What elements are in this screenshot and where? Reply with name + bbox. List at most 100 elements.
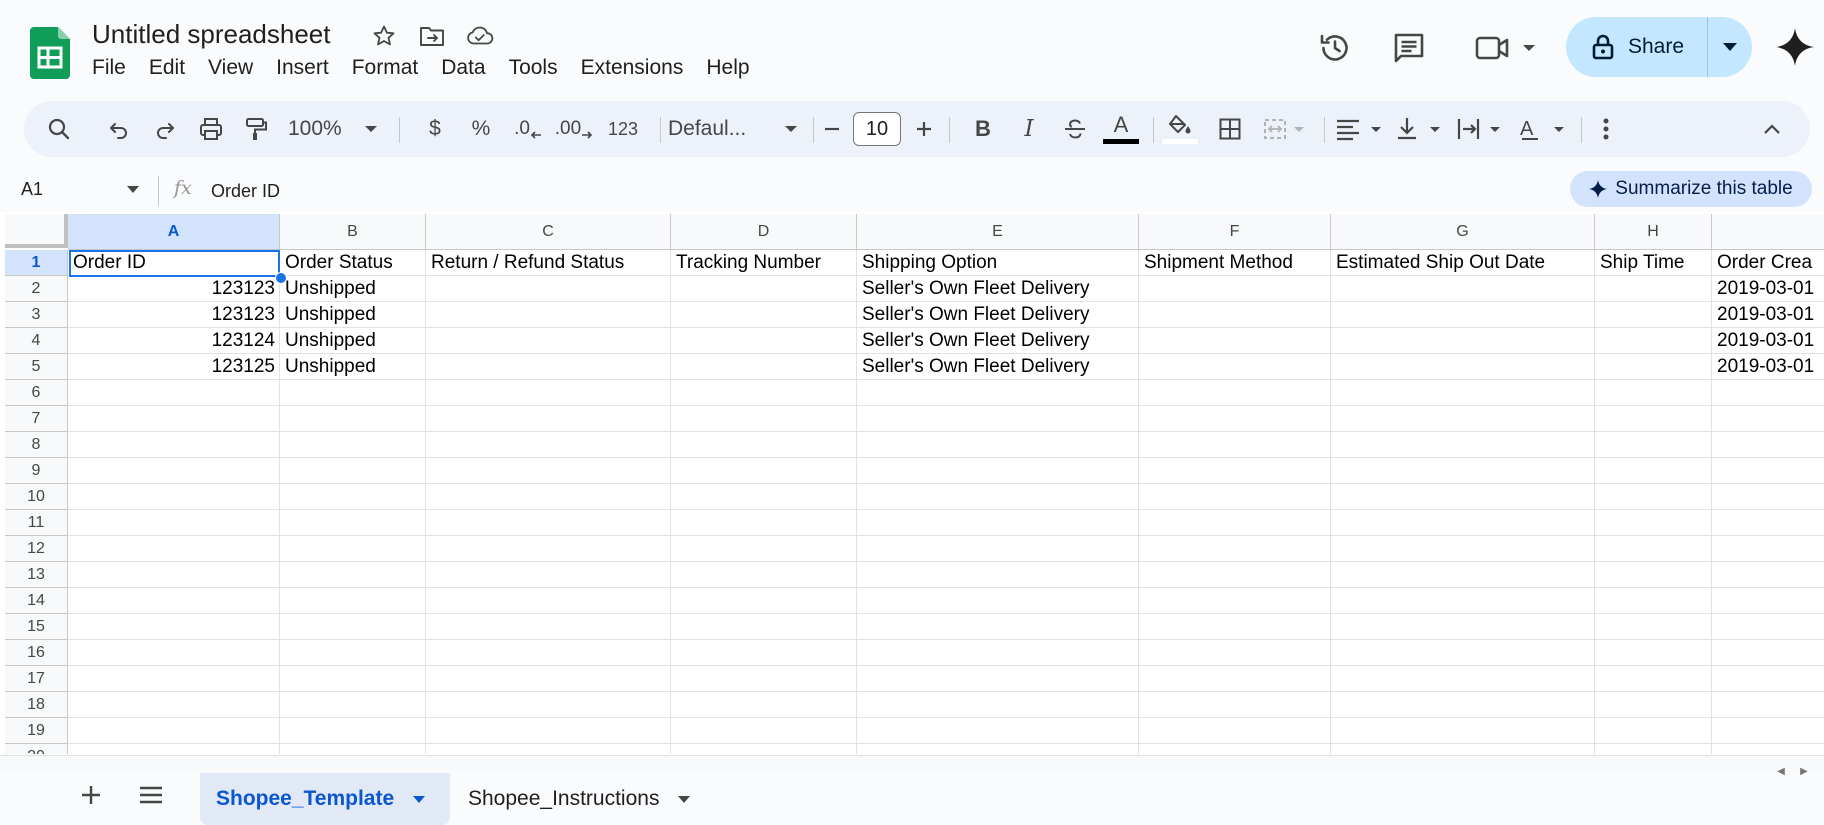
more-options-icon[interactable] [1594,101,1618,157]
table-cell[interactable]: 2019-03-01 [1712,354,1824,379]
column-header[interactable]: G [1331,214,1595,250]
menu-view[interactable]: View [208,56,264,80]
column-header[interactable]: F [1139,214,1331,250]
column-header[interactable]: C [426,214,671,250]
table-cell[interactable]: 123125 [68,354,280,379]
table-cell[interactable]: Order Status [280,250,426,275]
format-currency-button[interactable]: $ [422,101,448,157]
text-color-button[interactable]: A [1103,101,1139,157]
row-header[interactable]: 9 [5,458,68,484]
font-size-input[interactable]: 10 [853,112,901,146]
redo-icon[interactable] [150,101,180,157]
star-icon[interactable] [370,22,398,50]
table-cell[interactable]: Tracking Number [671,250,857,275]
chevron-down-icon[interactable] [412,795,426,804]
row-header[interactable]: 15 [5,614,68,640]
menu-help[interactable]: Help [706,56,760,80]
menu-tools[interactable]: Tools [509,56,569,80]
increase-decimal-button[interactable]: .00 [552,101,596,157]
version-history-icon[interactable] [1315,28,1355,68]
column-header[interactable]: H [1595,214,1712,250]
column-header[interactable]: E [857,214,1139,250]
summarize-table-button[interactable]: Summarize this table [1570,171,1812,207]
document-title[interactable]: Untitled spreadsheet [92,19,330,50]
sheet-tab-shopee-template[interactable]: Shopee_Template [200,773,450,825]
row-header[interactable]: 7 [5,406,68,432]
row-header[interactable]: 16 [5,640,68,666]
row-header[interactable]: 5 [5,354,68,380]
fill-color-button[interactable] [1162,101,1198,157]
menu-data[interactable]: Data [441,56,496,80]
collapse-menus-icon[interactable] [1758,101,1786,157]
decrease-decimal-button[interactable]: .0 [508,101,548,157]
text-wrapping-icon[interactable] [1456,101,1508,157]
all-sheets-button[interactable] [138,783,164,807]
print-icon[interactable] [195,101,227,157]
row-header[interactable]: 19 [5,718,68,744]
row-header[interactable]: 10 [5,484,68,510]
column-header[interactable]: A [68,214,280,250]
share-button[interactable]: Share [1566,17,1752,77]
text-rotation-icon[interactable]: A [1518,101,1570,157]
menu-edit[interactable]: Edit [149,56,196,80]
table-cell[interactable]: Shipment Method [1139,250,1331,275]
row-header[interactable]: 20 [5,744,68,754]
menu-extensions[interactable]: Extensions [581,56,695,80]
table-cell[interactable]: 123124 [68,328,280,353]
add-sheet-button[interactable] [78,782,104,808]
search-menus-icon[interactable] [42,101,76,157]
column-header[interactable]: D [671,214,857,250]
table-cell[interactable]: Order Crea [1712,250,1824,275]
bold-button[interactable]: B [968,101,998,157]
decrease-font-size-button[interactable] [818,101,846,157]
table-cell[interactable]: 123123 [68,276,280,301]
move-to-folder-icon[interactable] [418,22,446,50]
column-header[interactable] [1712,214,1824,250]
zoom-select[interactable]: 100% [288,101,378,157]
table-cell[interactable]: 2019-03-01 [1712,302,1824,327]
row-header[interactable]: 18 [5,692,68,718]
row-header[interactable]: 13 [5,562,68,588]
row-header[interactable]: 1 [5,250,68,276]
table-cell[interactable]: Return / Refund Status [426,250,671,275]
menu-file[interactable]: File [92,56,137,80]
table-cell[interactable]: Unshipped [280,354,426,379]
horizontal-scrollbar-track[interactable]: ◀ ▶ [0,755,1824,777]
table-cell[interactable]: Unshipped [280,276,426,301]
font-select[interactable]: Defaul... [668,101,798,157]
scroll-left-icon[interactable]: ◀ [1773,763,1789,779]
table-cell[interactable]: Unshipped [280,328,426,353]
row-header[interactable]: 12 [5,536,68,562]
row-header[interactable]: 6 [5,380,68,406]
row-header[interactable]: 2 [5,276,68,302]
scroll-right-icon[interactable]: ▶ [1796,763,1812,779]
format-percent-button[interactable]: % [468,101,494,157]
menu-insert[interactable]: Insert [276,56,340,80]
table-cell[interactable]: Seller's Own Fleet Delivery [857,276,1139,301]
merge-cells-icon[interactable] [1260,101,1312,157]
row-header[interactable]: 8 [5,432,68,458]
gemini-icon[interactable] [1775,27,1815,67]
table-cell[interactable]: Seller's Own Fleet Delivery [857,354,1139,379]
table-cell[interactable]: Estimated Ship Out Date [1331,250,1595,275]
chevron-down-icon[interactable] [677,795,691,804]
fill-handle[interactable] [275,272,287,284]
horizontal-align-icon[interactable] [1334,101,1388,157]
comments-icon[interactable] [1389,28,1429,68]
row-header[interactable]: 11 [5,510,68,536]
chevron-down-icon[interactable] [126,185,140,194]
increase-font-size-button[interactable] [910,101,938,157]
table-cell[interactable]: Seller's Own Fleet Delivery [857,302,1139,327]
vertical-align-icon[interactable] [1396,101,1448,157]
sheet-tab-shopee-instructions[interactable]: Shopee_Instructions [452,773,732,825]
name-box[interactable]: A1 [21,179,43,200]
row-header[interactable]: 17 [5,666,68,692]
share-main[interactable]: Share [1566,17,1708,77]
table-cell[interactable]: Shipping Option [857,250,1139,275]
table-cell[interactable]: Ship Time [1595,250,1712,275]
paint-format-icon[interactable] [240,101,272,157]
italic-button[interactable]: I [1014,101,1044,157]
select-all-corner[interactable] [5,214,68,248]
table-cell[interactable]: 2019-03-01 [1712,328,1824,353]
row-header[interactable]: 14 [5,588,68,614]
